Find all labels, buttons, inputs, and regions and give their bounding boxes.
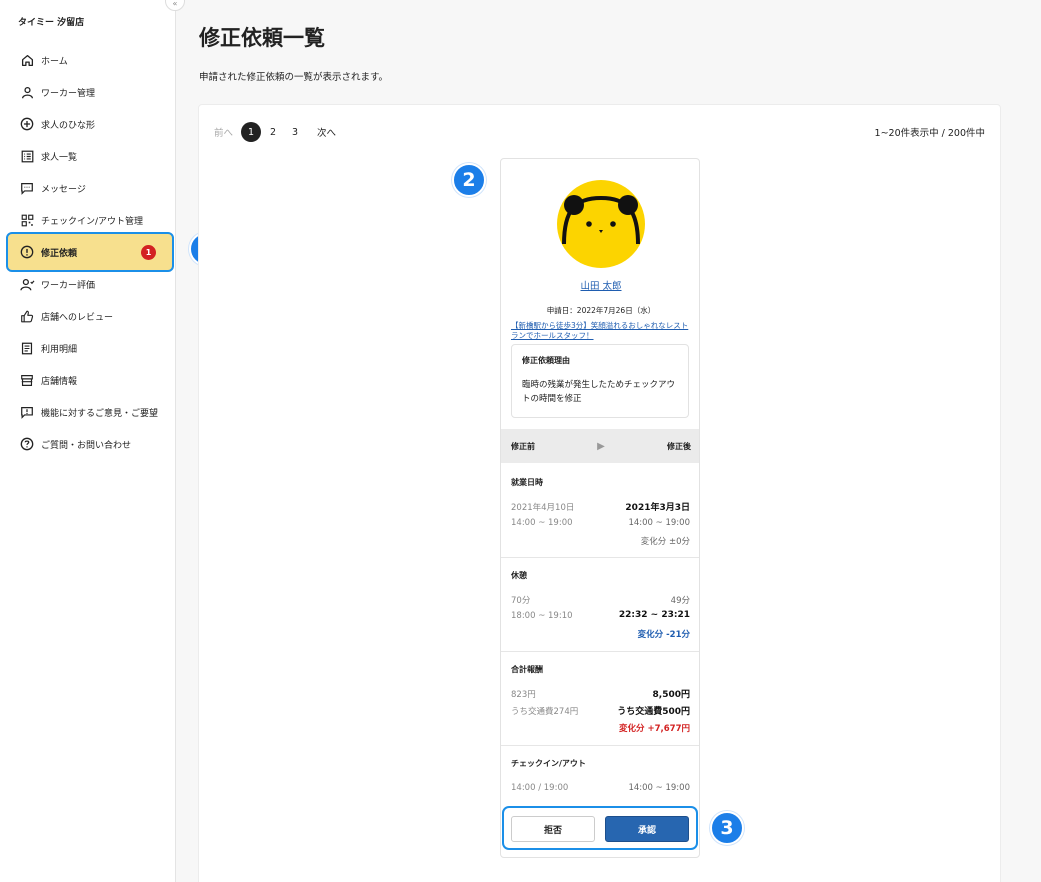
plus-circle-icon [19,116,35,132]
page-title: 修正依頼一覧 [199,26,325,50]
after-date: 2021年3月3日 [625,503,690,513]
sidebar-item-label: メッセージ [41,184,86,195]
sidebar-item-label: ワーカー管理 [41,88,96,99]
worker-avatar [557,180,645,268]
approve-button[interactable]: 承認 [605,816,689,842]
page-2-button[interactable]: 2 [263,122,283,142]
page-1-button[interactable]: 1 [241,122,262,142]
applied-date: 申請日：2022年7月26日（水） [546,306,656,315]
message-icon [19,180,35,196]
worker-name-link[interactable]: 山田 太郎 [501,278,699,292]
section-title: 就業日時 [511,478,543,487]
notification-badge: 1 [141,245,156,260]
after-time: 14:00 ~ 19:00 [628,518,690,528]
callout-marker-2: 2 [452,163,486,197]
thumbs-up-icon [19,308,35,324]
sidebar-item-label: 利用明細 [41,344,78,355]
page-3-button[interactable]: 3 [285,122,305,142]
sidebar-item-correction-requests[interactable]: 修正依頼 1 [6,232,174,272]
qr-code-icon [19,212,35,228]
receipt-icon [19,340,35,356]
sidebar-item-label: 求人のひな形 [41,120,96,131]
work-datetime-section: 就業日時 2021年4月10日 14:00 ~ 19:00 2021年3月3日 … [501,463,699,558]
sidebar-item-label: チェックイン/アウト管理 [41,216,144,227]
sidebar-item-label: 機能に対するご意見・ご要望 [41,408,159,419]
callout-marker-3: 3 [710,811,744,845]
reason-text: 臨時の残業が発生したためチェックアウトの時間を修正 [522,380,676,404]
sidebar-item-worker-review[interactable]: ワーカー評価 [6,268,174,300]
collapse-sidebar-button[interactable]: « [165,0,185,11]
section-title: 休憩 [511,571,527,580]
next-page-link[interactable]: 次へ [317,125,336,139]
sidebar-item-store-reviews[interactable]: 店舗へのレビュー [6,300,174,332]
sidebar-item-feedback[interactable]: 機能に対するご意見・ご要望 [6,396,174,428]
after-break-minutes: 49分 [670,596,690,606]
help-circle-icon [19,436,35,452]
before-transport: うち交通費274円 [511,707,579,717]
sidebar-item-label: 店舗へのレビュー [41,312,114,323]
reason-box: 修正依頼理由 臨時の残業が発生したためチェックアウトの時間を修正 [511,344,689,418]
sidebar-item-label: 店舗情報 [41,376,78,387]
home-icon [19,52,35,68]
sidebar: タイミー 汐留店 « ホーム ワーカー管理 求人のひな形 求人一覧 メッセージ … [0,0,185,882]
sidebar-item-worker-management[interactable]: ワーカー管理 [6,76,174,108]
reward-section: 合計報酬 823円 うち交通費274円 8,500円 うち交通費500円 変化分… [501,652,699,746]
before-time: 14:00 ~ 19:00 [511,518,573,528]
after-transport: うち交通費500円 [617,707,690,717]
sidebar-item-messages[interactable]: メッセージ [6,172,174,204]
after-amount: 8,500円 [652,690,690,700]
after-label: 修正後 [666,441,691,451]
section-title: チェックイン/アウト [511,759,586,768]
list-icon [19,148,35,164]
store-icon [19,372,35,388]
sidebar-item-label: ご質問・お問い合わせ [41,440,132,451]
feedback-icon [19,404,35,420]
checkin-section: チェックイン/アウト 14:00 / 19:00 14:00 ~ 19:00 [501,746,699,806]
section-title: 合計報酬 [511,665,543,674]
result-count: 1~20件表示中 / 200件中 [874,128,985,139]
person-check-icon [19,276,35,292]
before-break-minutes: 70分 [511,596,531,606]
sidebar-item-label: 求人一覧 [41,152,78,163]
diff-value: 変化分 ±0分 [640,537,690,547]
before-checkin-time: 14:00 / 19:00 [511,783,569,793]
play-arrow-icon: ▶ [597,440,605,452]
sidebar-item-label: ホーム [41,56,68,67]
sidebar-item-label: 修正依頼 [41,248,78,259]
sidebar-item-contact[interactable]: ご質問・お問い合わせ [6,428,174,460]
alert-circle-icon [19,244,35,260]
page-description: 申請された修正依頼の一覧が表示されます。 [199,72,389,83]
sidebar-item-usage-details[interactable]: 利用明細 [6,332,174,364]
sidebar-item-home[interactable]: ホーム [6,44,174,76]
before-amount: 823円 [511,690,536,700]
pagination: 前へ 1 2 3 次へ [214,122,336,142]
after-break-time: 22:32 ~ 23:21 [618,610,690,620]
prev-page-link[interactable]: 前へ [214,125,233,139]
comparison-header: 修正前 ▶ 修正後 [501,429,699,463]
person-icon [19,84,35,100]
diff-value: 変化分 -21分 [637,630,690,640]
before-label: 修正前 [511,441,535,451]
sidebar-item-job-list[interactable]: 求人一覧 [6,140,174,172]
break-section: 休憩 70分 18:00 ~ 19:10 49分 22:32 ~ 23:21 変… [501,558,699,652]
diff-value: 変化分 +7,677円 [619,724,690,734]
sidebar-item-store-info[interactable]: 店舗情報 [6,364,174,396]
before-date: 2021年4月10日 [511,503,575,513]
after-checkin-time: 14:00 ~ 19:00 [628,783,690,793]
sidebar-item-job-templates[interactable]: 求人のひな形 [6,108,174,140]
sidebar-item-label: ワーカー評価 [41,280,96,291]
correction-request-card: 山田 太郎 申請日：2022年7月26日（水） 【新橋駅から徒歩3分】笑顔溢れる… [500,158,700,858]
before-break-time: 18:00 ~ 19:10 [511,611,573,621]
job-title-link[interactable]: 【新橋駅から徒歩3分】笑顔溢れるおしゃれなレストランでホールスタッフ！ [511,321,693,341]
reason-title: 修正依頼理由 [522,356,570,365]
reject-button[interactable]: 拒否 [511,816,595,842]
store-name: タイミー 汐留店 [18,18,85,28]
